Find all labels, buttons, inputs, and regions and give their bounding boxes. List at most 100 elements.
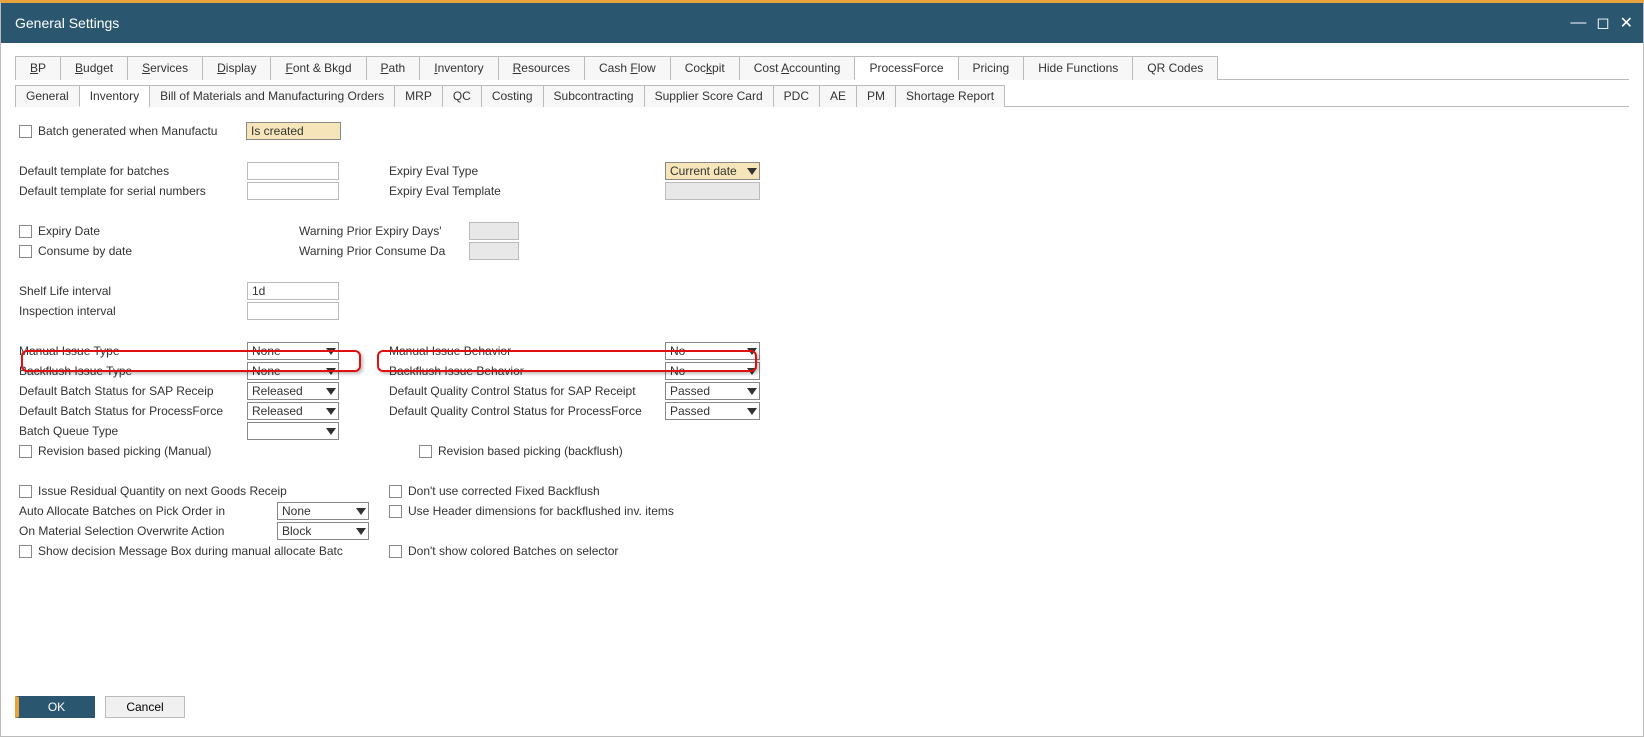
label-batch-generated: Batch generated when Manufactu (38, 124, 246, 138)
label-expiry-date: Expiry Date (38, 224, 246, 238)
select-batch-queue-type[interactable] (247, 422, 339, 440)
select-expiry-eval-type[interactable]: Current date (665, 162, 760, 180)
tab-path[interactable]: Path (366, 56, 421, 80)
content-area: BPBudgetServicesDisplayFont & BkgdPathIn… (1, 43, 1643, 573)
tab-inventory[interactable]: Inventory (419, 56, 498, 80)
label-consume-by-date: Consume by date (38, 244, 246, 258)
input-inspection-interval[interactable] (247, 302, 339, 320)
tab-display[interactable]: Display (202, 56, 271, 80)
tab-hide-functions[interactable]: Hide Functions (1023, 56, 1133, 80)
checkbox-use-header-dim[interactable] (389, 505, 402, 518)
minimize-icon[interactable]: — (1570, 14, 1586, 32)
label-expiry-eval-type: Expiry Eval Type (389, 164, 665, 178)
label-auto-allocate: Auto Allocate Batches on Pick Order in (19, 504, 277, 518)
select-on-material-selection[interactable]: Block (277, 522, 369, 540)
label-default-qc-pf: Default Quality Control Status for Proce… (389, 404, 665, 418)
subtab-pdc[interactable]: PDC (773, 85, 820, 107)
maximize-icon[interactable]: ◻ (1596, 13, 1609, 33)
select-is-created[interactable]: Is created (246, 122, 341, 140)
subtab-mrp[interactable]: MRP (394, 85, 443, 107)
checkbox-expiry-date[interactable] (19, 225, 32, 238)
label-inspection-interval: Inspection interval (19, 304, 247, 318)
chevron-down-icon (326, 408, 336, 415)
tab-services[interactable]: Services (127, 56, 203, 80)
chevron-down-icon (326, 368, 336, 375)
input-shelf-life-interval[interactable]: 1d (247, 282, 339, 300)
label-default-batch-pf: Default Batch Status for ProcessForce (19, 404, 247, 418)
select-backflush-issue-behavior[interactable]: No (665, 362, 760, 380)
select-default-batch-pf[interactable]: Released (247, 402, 339, 420)
chevron-down-icon (747, 348, 757, 355)
tab-pricing[interactable]: Pricing (958, 56, 1025, 80)
label-issue-residual: Issue Residual Quantity on next Goods Re… (38, 484, 287, 498)
checkbox-dont-use-corrected[interactable] (389, 485, 402, 498)
tab-qr-codes[interactable]: QR Codes (1132, 56, 1218, 80)
subtab-inventory[interactable]: Inventory (79, 85, 150, 107)
chevron-down-icon (356, 528, 366, 535)
tab-cash-flow[interactable]: Cash Flow (584, 56, 671, 80)
select-auto-allocate[interactable]: None (277, 502, 369, 520)
titlebar: General Settings — ◻ ✕ (1, 3, 1643, 43)
subtab-pm[interactable]: PM (856, 85, 896, 107)
label-default-batch-sap: Default Batch Status for SAP Receip (19, 384, 247, 398)
chevron-down-icon (747, 368, 757, 375)
select-manual-issue-type[interactable]: None (247, 342, 339, 360)
subtab-supplier-score-card[interactable]: Supplier Score Card (644, 85, 774, 107)
chevron-down-icon (747, 388, 757, 395)
input-expiry-eval-template (665, 182, 760, 200)
select-default-qc-sap[interactable]: Passed (665, 382, 760, 400)
cancel-button[interactable]: Cancel (105, 696, 185, 718)
checkbox-show-decision-msg[interactable] (19, 545, 32, 558)
chevron-down-icon (747, 408, 757, 415)
select-default-qc-pf[interactable]: Passed (665, 402, 760, 420)
sub-tabs: GeneralInventoryBill of Materials and Ma… (15, 84, 1629, 107)
subtab-general[interactable]: General (15, 85, 80, 107)
tab-processforce[interactable]: ProcessForce (854, 56, 958, 80)
label-manual-issue-behavior: Manual Issue Behavior (389, 344, 665, 358)
label-dont-use-corrected: Don't use corrected Fixed Backflush (408, 484, 600, 498)
label-revision-manual: Revision based picking (Manual) (38, 444, 211, 458)
label-manual-issue-type: Manual Issue Type (19, 344, 247, 358)
tab-resources[interactable]: Resources (498, 56, 585, 80)
close-icon[interactable]: ✕ (1620, 13, 1633, 33)
label-shelf-life-interval: Shelf Life interval (19, 284, 247, 298)
select-default-batch-sap[interactable]: Released (247, 382, 339, 400)
subtab-qc[interactable]: QC (442, 85, 482, 107)
footer-buttons: OK Cancel (15, 696, 185, 718)
checkbox-consume-by-date[interactable] (19, 245, 32, 258)
form-area: Batch generated when Manufactu Is create… (15, 111, 1629, 561)
chevron-down-icon (747, 168, 757, 175)
subtab-bill-of-materials-and-manufacturing-orders[interactable]: Bill of Materials and Manufacturing Orde… (149, 85, 395, 107)
tab-font-bkgd[interactable]: Font & Bkgd (270, 56, 366, 80)
subtab-ae[interactable]: AE (819, 85, 857, 107)
subtab-costing[interactable]: Costing (481, 85, 544, 107)
label-show-decision-msg: Show decision Message Box during manual … (38, 544, 343, 558)
ok-button[interactable]: OK (15, 696, 95, 718)
checkbox-issue-residual[interactable] (19, 485, 32, 498)
input-default-template-batches[interactable] (247, 162, 339, 180)
label-backflush-issue-behavior: Backflush Issue Behavior (389, 364, 665, 378)
window-controls: — ◻ ✕ (1570, 13, 1633, 33)
select-backflush-issue-type[interactable]: None (247, 362, 339, 380)
window-title: General Settings (15, 15, 119, 31)
checkbox-batch-generated[interactable] (19, 125, 32, 138)
main-tabs: BPBudgetServicesDisplayFont & BkgdPathIn… (15, 55, 1629, 80)
subtab-shortage-report[interactable]: Shortage Report (895, 85, 1005, 107)
label-dont-show-colored: Don't show colored Batches on selector (408, 544, 618, 558)
checkbox-revision-manual[interactable] (19, 445, 32, 458)
checkbox-revision-backflush[interactable] (419, 445, 432, 458)
checkbox-dont-show-colored[interactable] (389, 545, 402, 558)
select-manual-issue-behavior[interactable]: No (665, 342, 760, 360)
label-warning-prior-expiry: Warning Prior Expiry Days' (299, 224, 469, 238)
label-backflush-issue-type: Backflush Issue Type (19, 364, 247, 378)
tab-bp[interactable]: BP (15, 56, 61, 80)
label-expiry-eval-template: Expiry Eval Template (389, 184, 665, 198)
subtab-subcontracting[interactable]: Subcontracting (543, 85, 645, 107)
tab-budget[interactable]: Budget (60, 56, 128, 80)
input-warning-prior-consume (469, 242, 519, 260)
chevron-down-icon (326, 428, 336, 435)
tab-cost-accounting[interactable]: Cost Accounting (739, 56, 856, 80)
label-default-template-batches: Default template for batches (19, 164, 247, 178)
tab-cockpit[interactable]: Cockpit (670, 56, 740, 80)
input-default-template-serial[interactable] (247, 182, 339, 200)
